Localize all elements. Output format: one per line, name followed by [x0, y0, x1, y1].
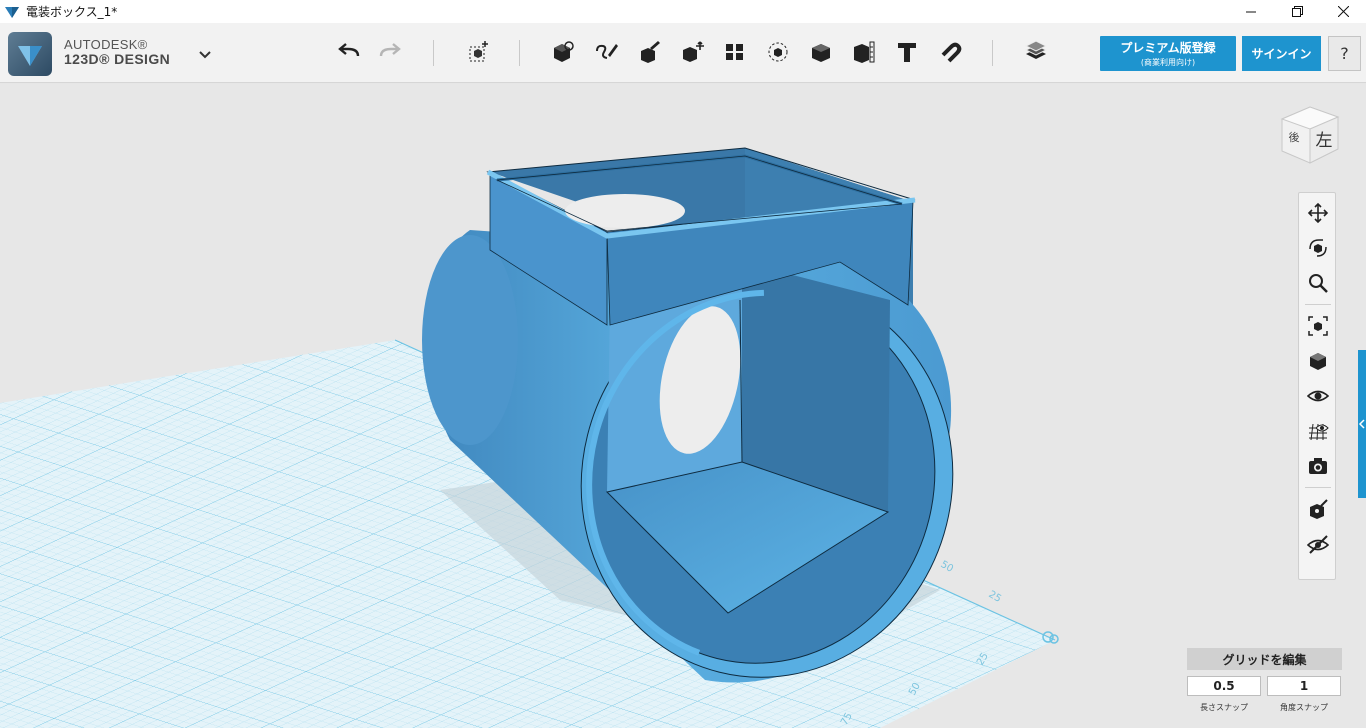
sketch-tool-button[interactable] — [590, 37, 622, 67]
layers-icon — [1024, 40, 1048, 59]
redo-button[interactable] — [374, 37, 406, 67]
view-cube-side-label: 後 — [1289, 130, 1300, 144]
group-tool-button[interactable] — [762, 37, 794, 67]
fit-view-icon — [1308, 316, 1328, 336]
eye-slash-icon — [1307, 535, 1329, 554]
sketch-icon — [596, 44, 618, 59]
group-icon — [768, 42, 788, 62]
paint-cube-icon — [1310, 499, 1328, 519]
perspective-button[interactable] — [1304, 347, 1332, 375]
app-logo[interactable] — [8, 32, 52, 76]
screenshot-button[interactable] — [1304, 452, 1332, 480]
zoom-button[interactable] — [1304, 269, 1332, 297]
pan-button[interactable] — [1304, 199, 1332, 227]
scene-canvas[interactable]: 50 25 25 50 75 — [0, 84, 1366, 728]
orbit-icon — [1309, 239, 1327, 257]
close-button[interactable] — [1320, 0, 1366, 23]
signin-button[interactable]: サインイン — [1242, 36, 1321, 71]
modify-icon — [683, 41, 704, 62]
construct-icon — [641, 41, 660, 63]
app-logo-icon — [5, 6, 19, 18]
autodesk-logo-icon — [18, 46, 42, 66]
undo-icon — [338, 43, 360, 57]
snap-length-label: 長さスナップ — [1200, 703, 1248, 712]
chevron-left-icon — [1358, 419, 1365, 429]
measure-icon — [854, 41, 875, 63]
cube-icon — [1310, 353, 1326, 370]
pattern-icon — [726, 44, 743, 60]
snap-angle-input[interactable]: 1 — [1267, 676, 1341, 696]
orbit-button[interactable] — [1304, 234, 1332, 262]
minimize-button[interactable] — [1228, 0, 1274, 23]
grid-visibility-button[interactable] — [1304, 417, 1332, 445]
pattern-tool-button[interactable] — [719, 37, 751, 67]
premium-register-button[interactable]: プレミアム版登録 (商業利用向け) — [1100, 36, 1236, 71]
title-bar: 電装ボックス_1* — [0, 0, 1366, 23]
measure-tool-button[interactable] — [848, 37, 880, 67]
fit-button[interactable] — [1304, 312, 1332, 340]
text-icon — [898, 43, 916, 62]
material-button[interactable] — [1304, 495, 1332, 523]
snap-length-input[interactable]: 0.5 — [1187, 676, 1261, 696]
snap-angle-label: 角度スナップ — [1280, 703, 1328, 712]
help-button[interactable]: ? — [1328, 36, 1361, 71]
magnet-icon — [941, 42, 962, 63]
hide-material-button[interactable] — [1304, 530, 1332, 558]
construct-tool-button[interactable] — [633, 37, 665, 67]
brand-name: AUTODESK® 123D® DESIGN — [64, 37, 171, 67]
combine-icon — [812, 44, 830, 62]
redo-icon — [379, 43, 401, 57]
chevron-down-icon[interactable] — [196, 45, 214, 63]
ruler-label: 25 — [987, 589, 1004, 605]
maximize-button[interactable] — [1274, 0, 1320, 23]
combine-tool-button[interactable] — [805, 37, 837, 67]
modify-tool-button[interactable] — [676, 37, 708, 67]
view-cube[interactable]: 左 後 — [1276, 101, 1340, 167]
camera-icon — [1309, 458, 1327, 474]
window-title: 電装ボックス_1* — [26, 5, 118, 19]
snap-tool-button[interactable] — [934, 37, 966, 67]
transform-tool-button[interactable] — [462, 37, 494, 67]
side-panel-tab[interactable] — [1358, 350, 1366, 498]
main-toolbar: AUTODESK® 123D® DESIGN プレミアム版登録 (商業利用向け)… — [0, 23, 1366, 83]
pan-icon — [1307, 202, 1329, 224]
visibility-button[interactable] — [1304, 382, 1332, 410]
view-cube-icon: 左 後 — [1280, 106, 1340, 164]
primitives-tool-button[interactable] — [547, 37, 579, 67]
box-select-icon — [469, 41, 488, 62]
text-tool-button[interactable] — [891, 37, 923, 67]
magnifier-icon — [1309, 274, 1328, 293]
primitives-icon — [554, 41, 574, 62]
navigation-panel — [1298, 192, 1336, 580]
materials-tool-button[interactable] — [1020, 37, 1052, 67]
ruler-label: 50 — [939, 559, 956, 575]
undo-button[interactable] — [333, 37, 365, 67]
view-cube-face-label: 左 — [1316, 131, 1333, 151]
grid-eye-icon — [1309, 423, 1329, 441]
edit-grid-button[interactable]: グリッドを編集 — [1187, 648, 1342, 670]
eye-icon — [1307, 390, 1329, 402]
3d-viewport[interactable]: 50 25 25 50 75 — [0, 84, 1366, 728]
